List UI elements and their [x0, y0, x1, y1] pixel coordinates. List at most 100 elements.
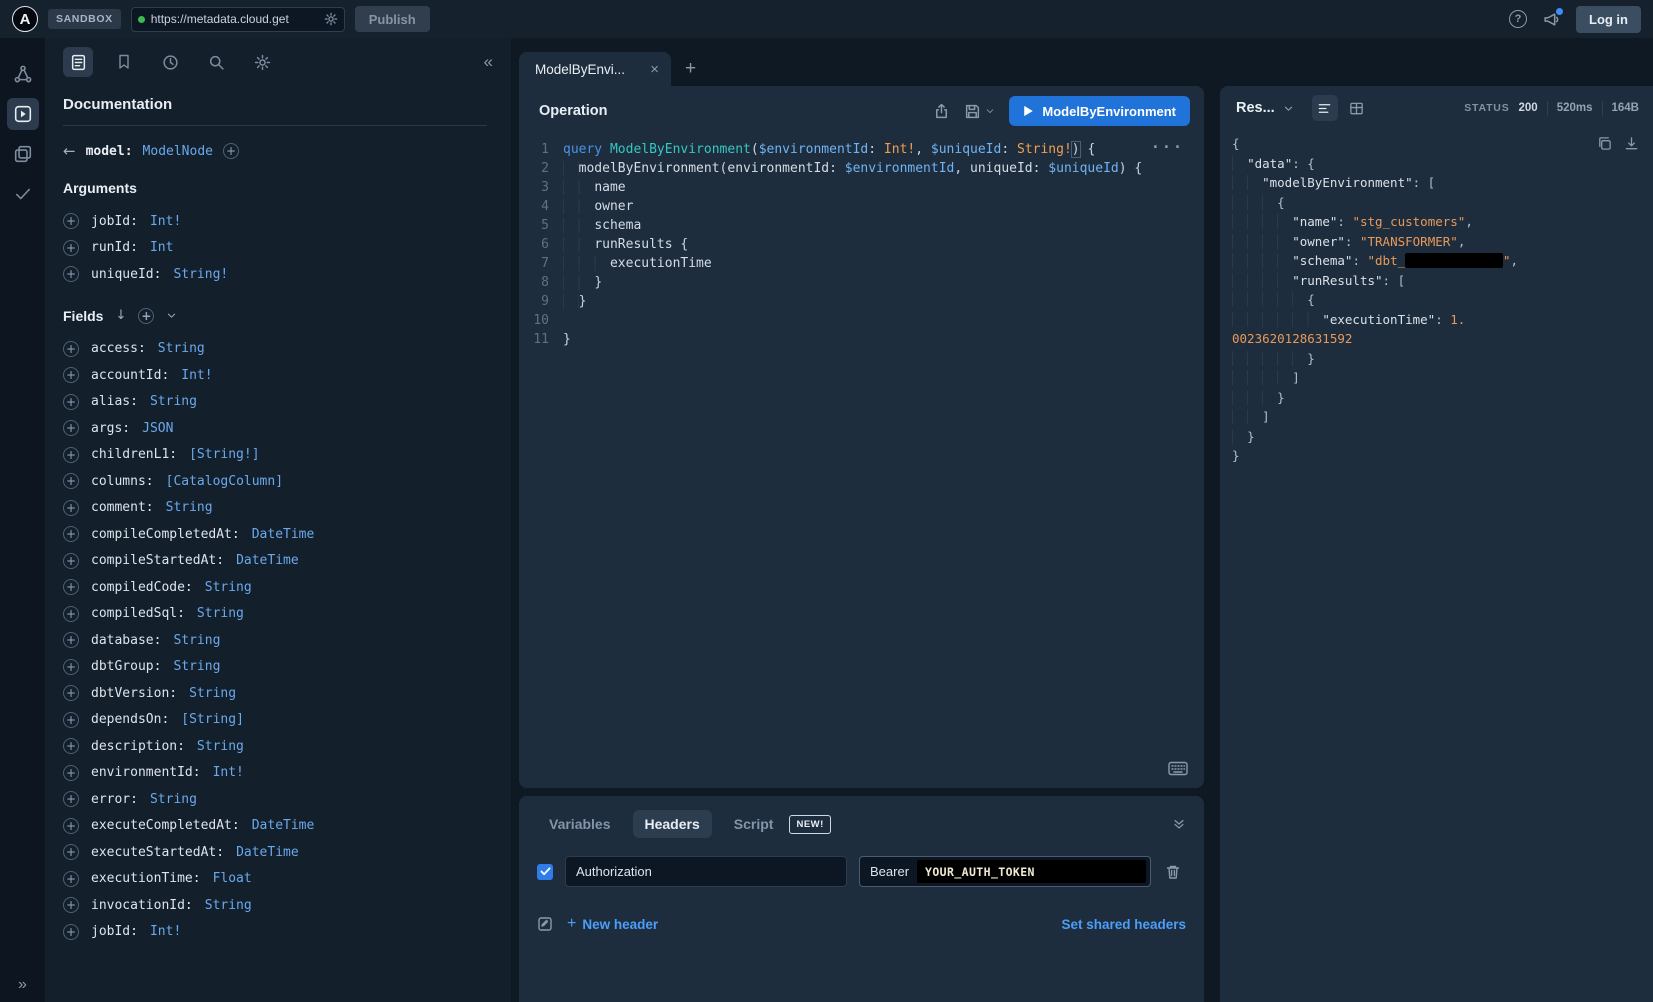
fields-options-chevron-icon[interactable]: [166, 310, 177, 321]
field-type-link[interactable]: String: [189, 686, 236, 701]
field-type-link[interactable]: Int!: [150, 924, 181, 939]
field-type-link[interactable]: Float: [213, 871, 252, 886]
auth-token-pill[interactable]: YOUR_AUTH_TOKEN: [917, 860, 1146, 883]
field-type-link[interactable]: String: [158, 341, 205, 356]
field-type-link[interactable]: String: [205, 898, 252, 913]
field-type-link[interactable]: Int!: [213, 765, 244, 780]
field-type-link[interactable]: String: [150, 394, 197, 409]
operation-tab[interactable]: ModelByEnvi... ×: [519, 52, 671, 86]
close-tab-icon[interactable]: ×: [650, 61, 659, 78]
header-value-input[interactable]: Bearer YOUR_AUTH_TOKEN: [859, 856, 1151, 887]
settings-gear-icon[interactable]: [247, 47, 277, 77]
breadcrumb-type-link[interactable]: ModelNode: [143, 144, 213, 159]
rail-checks-icon[interactable]: [7, 178, 39, 210]
add-field-icon[interactable]: +: [63, 685, 79, 701]
field-type-link[interactable]: DateTime: [252, 818, 315, 833]
field-type-link[interactable]: DateTime: [236, 845, 299, 860]
rail-explorer-icon[interactable]: [7, 98, 39, 130]
copy-response-icon[interactable]: [1597, 136, 1612, 151]
response-dropdown-chevron-icon[interactable]: [1283, 103, 1294, 114]
add-field-icon[interactable]: +: [63, 871, 79, 887]
login-button[interactable]: Log in: [1576, 6, 1641, 33]
add-field-icon[interactable]: +: [63, 579, 79, 595]
add-field-icon[interactable]: +: [63, 765, 79, 781]
add-field-icon[interactable]: +: [63, 266, 79, 282]
add-field-icon[interactable]: +: [63, 447, 79, 463]
search-icon[interactable]: [201, 47, 231, 77]
endpoint-settings-gear-icon[interactable]: [324, 12, 338, 26]
field-type-link[interactable]: [String]: [181, 712, 244, 727]
add-field-icon[interactable]: +: [63, 818, 79, 834]
field-type-link[interactable]: String!: [173, 267, 228, 282]
add-field-icon[interactable]: +: [63, 526, 79, 542]
tab-script[interactable]: Script: [722, 810, 778, 838]
add-field-icon[interactable]: +: [63, 213, 79, 229]
download-response-icon[interactable]: [1624, 136, 1639, 151]
history-icon[interactable]: [155, 47, 185, 77]
save-headers-icon[interactable]: [537, 916, 553, 932]
back-arrow-icon[interactable]: ←: [63, 142, 76, 160]
new-tab-icon[interactable]: +: [685, 58, 696, 80]
endpoint-url-input[interactable]: https://metadata.cloud.get: [131, 7, 345, 32]
help-icon[interactable]: ?: [1509, 10, 1527, 28]
set-shared-headers-link[interactable]: Set shared headers: [1061, 917, 1186, 932]
add-field-icon[interactable]: +: [63, 420, 79, 436]
add-field-icon[interactable]: +: [63, 367, 79, 383]
delete-header-icon[interactable]: [1165, 864, 1181, 880]
add-fields-icon[interactable]: +: [138, 308, 154, 324]
field-type-link[interactable]: String: [197, 606, 244, 621]
bookmarks-icon[interactable]: [109, 47, 139, 77]
save-operation-group[interactable]: [964, 103, 995, 120]
endpoint-url[interactable]: https://metadata.cloud.get: [151, 12, 318, 26]
add-field-icon[interactable]: +: [63, 791, 79, 807]
field-type-link[interactable]: String: [205, 580, 252, 595]
field-type-link[interactable]: String: [166, 500, 213, 515]
expand-rail-icon[interactable]: »: [0, 976, 45, 994]
collapse-io-panel-icon[interactable]: [1172, 817, 1186, 831]
field-type-link[interactable]: Int!: [150, 214, 181, 229]
add-all-fields-icon[interactable]: +: [223, 143, 239, 159]
field-type-link[interactable]: String: [173, 633, 220, 648]
add-field-icon[interactable]: +: [63, 394, 79, 410]
keyboard-shortcuts-icon[interactable]: [1168, 761, 1188, 776]
field-type-link[interactable]: [String!]: [189, 447, 259, 462]
response-table-view-icon[interactable]: [1344, 95, 1370, 121]
add-field-icon[interactable]: +: [63, 844, 79, 860]
share-operation-icon[interactable]: [933, 103, 950, 120]
graphql-editor[interactable]: ··· 1query ModelByEnvironment($environme…: [519, 136, 1204, 788]
response-body[interactable]: { "data": { "modelByEnvironment": [ { "n…: [1220, 130, 1653, 1002]
field-type-link[interactable]: Int!: [181, 368, 212, 383]
add-field-icon[interactable]: +: [63, 897, 79, 913]
header-enabled-checkbox[interactable]: [537, 864, 553, 880]
add-field-icon[interactable]: +: [63, 500, 79, 516]
editor-menu-icon[interactable]: ···: [1151, 138, 1184, 157]
add-field-icon[interactable]: +: [63, 659, 79, 675]
field-type-link[interactable]: DateTime: [252, 527, 315, 542]
rail-operations-icon[interactable]: [7, 138, 39, 170]
add-field-icon[interactable]: +: [63, 473, 79, 489]
field-type-link[interactable]: String: [197, 739, 244, 754]
add-field-icon[interactable]: +: [63, 924, 79, 940]
tab-headers[interactable]: Headers: [633, 810, 712, 838]
field-type-link[interactable]: JSON: [142, 421, 173, 436]
add-field-icon[interactable]: +: [63, 632, 79, 648]
field-type-link[interactable]: [CatalogColumn]: [166, 474, 283, 489]
docs-tab-icon[interactable]: [63, 47, 93, 77]
field-type-link[interactable]: String: [173, 659, 220, 674]
sort-fields-icon[interactable]: ↓: [115, 308, 126, 323]
field-type-link[interactable]: Int: [150, 240, 173, 255]
add-field-icon[interactable]: +: [63, 712, 79, 728]
tab-variables[interactable]: Variables: [537, 810, 623, 838]
response-raw-view-icon[interactable]: [1312, 95, 1338, 121]
rail-schema-icon[interactable]: [7, 58, 39, 90]
add-field-icon[interactable]: +: [63, 606, 79, 622]
new-header-button[interactable]: + New header: [567, 915, 658, 933]
announcements-icon[interactable]: [1543, 11, 1560, 28]
apollo-logo[interactable]: A: [12, 6, 38, 32]
run-operation-button[interactable]: ModelByEnvironment: [1009, 96, 1190, 126]
field-type-link[interactable]: DateTime: [236, 553, 299, 568]
field-type-link[interactable]: String: [150, 792, 197, 807]
add-field-icon[interactable]: +: [63, 553, 79, 569]
header-key-input[interactable]: Authorization: [565, 856, 847, 887]
collapse-docs-icon[interactable]: «: [484, 52, 493, 72]
